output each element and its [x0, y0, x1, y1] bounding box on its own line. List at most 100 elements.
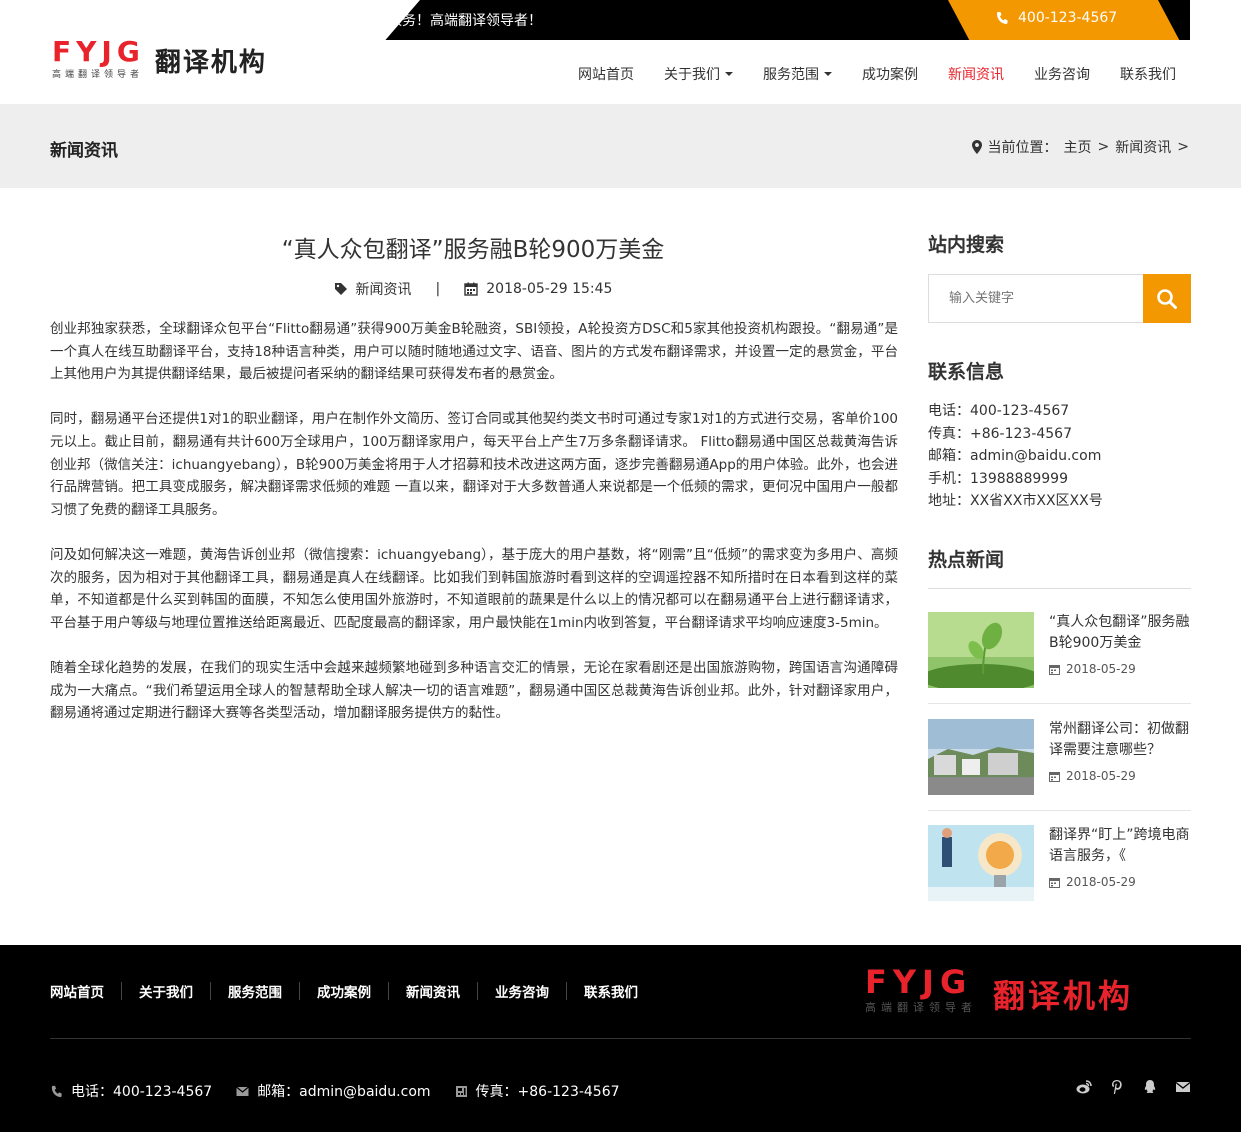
hot-news-heading: 热点新闻	[928, 549, 1005, 571]
fax-icon	[455, 1085, 467, 1097]
calendar-icon	[1049, 771, 1060, 782]
phone-icon	[51, 1085, 62, 1097]
meta-separator: |	[435, 281, 441, 297]
search-button[interactable]	[1143, 274, 1191, 323]
contact-address: 地址：XX省XX市XX区XX号	[928, 493, 1103, 510]
nav-item-consult[interactable]: 业务咨询	[1019, 64, 1105, 84]
hot-news-thumbnail[interactable]	[928, 719, 1034, 795]
site-logo[interactable]: FYJG 高端翻译领导者 翻译机构	[52, 35, 267, 81]
header-phone-number: 400-123-4567	[1018, 10, 1118, 26]
nav-item-news[interactable]: 新闻资讯	[933, 64, 1019, 84]
hot-news-thumbnail[interactable]	[928, 825, 1034, 901]
hot-news-item[interactable]: “真人众包翻译”服务融B轮900万美金 2018-05-29	[928, 612, 1191, 719]
hot-news-title[interactable]: 翻译界“盯上”跨境电商语言服务，《	[1049, 825, 1191, 867]
breadcrumb-home[interactable]: 主页	[1064, 137, 1092, 157]
page-banner: 新闻资讯 当前位置： 主页 > 新闻资讯 >	[0, 104, 1241, 188]
article-title: “真人众包翻译”服务融B轮900万美金	[281, 237, 665, 263]
hot-news-thumbnail[interactable]	[928, 612, 1034, 688]
header-phone[interactable]: 400-123-4567	[996, 10, 1117, 26]
nav-item-contact[interactable]: 联系我们	[1105, 64, 1191, 84]
logo-name: 翻译机构	[154, 48, 267, 78]
article-category[interactable]: 新闻资讯	[356, 279, 412, 299]
contact-phone: 电话：400-123-4567	[928, 403, 1070, 419]
footer: 网站首页 关于我们 服务范围 成功案例 新闻资讯 业务咨询 联系我们 FYJG …	[0, 945, 1241, 1132]
header: 于翻译服务！高端翻译领导者！ 400-123-4567 FYJG 高端翻译领导者…	[0, 0, 1241, 104]
hot-news-item[interactable]: 翻译界“盯上”跨境电商语言服务，《 2018-05-29	[928, 825, 1191, 932]
caret-down-icon	[824, 72, 832, 76]
article-meta: 新闻资讯 | 2018-05-29 15:45	[50, 279, 896, 299]
article-paragraph: 同时，翻易通平台还提供1对1的职业翻译，用户在制作外文简历、签订合同或其他契约类…	[50, 411, 898, 518]
breadcrumb: 当前位置： 主页 > 新闻资讯 >	[971, 137, 1189, 157]
nav-item-cases[interactable]: 成功案例	[847, 64, 933, 84]
hot-news-item[interactable]: 常州翻译公司：初做翻译需要注意哪些？ 2018-05-29	[928, 719, 1191, 826]
footer-divider	[210, 982, 211, 1000]
contact-fax: 传真：+86-123-4567	[928, 425, 1072, 442]
footer-link-news[interactable]: 新闻资讯	[406, 981, 460, 1001]
footer-link-contact[interactable]: 联系我们	[584, 981, 638, 1001]
article-datetime: 2018-05-29 15:45	[486, 281, 613, 297]
calendar-icon	[1049, 664, 1060, 675]
footer-link-about[interactable]: 关于我们	[139, 981, 193, 1001]
lightbulb-image	[928, 825, 1034, 901]
contact-mobile: 手机：13988889999	[928, 470, 1068, 487]
calendar-icon	[1049, 877, 1060, 888]
footer-contact: 电话：400-123-4567 邮箱：admin@baidu.com 传真：+8…	[50, 1081, 620, 1101]
breadcrumb-prefix: 当前位置：	[987, 140, 1058, 156]
mail-icon[interactable]	[1175, 1079, 1191, 1095]
town-image	[928, 719, 1034, 795]
qq-icon[interactable]	[1142, 1079, 1158, 1095]
phone-icon	[997, 12, 1008, 24]
footer-divider	[477, 982, 478, 1000]
sidebar: 站内搜索 联系信息 电话：400-123-4567 传真：+86-123-456…	[928, 230, 1191, 901]
footer-logo[interactable]: FYJG 高端翻译领导者 翻译机构	[865, 965, 1133, 1017]
footer-link-consult[interactable]: 业务咨询	[495, 981, 549, 1001]
breadcrumb-separator: >	[1097, 139, 1110, 155]
sprout-image	[928, 612, 1034, 688]
hot-news-divider	[928, 588, 1191, 589]
search-input[interactable]	[929, 275, 1143, 322]
logo-brand: FYJG	[52, 35, 145, 68]
footer-logo-name: 翻译机构	[993, 977, 1134, 1015]
contact-email: 邮箱：admin@baidu.com	[928, 448, 1102, 465]
search-heading: 站内搜索	[928, 234, 1005, 256]
nav-item-home[interactable]: 网站首页	[563, 64, 649, 84]
footer-link-services[interactable]: 服务范围	[228, 981, 282, 1001]
footer-link-cases[interactable]: 成功案例	[317, 981, 371, 1001]
footer-logo-brand: FYJG	[865, 963, 973, 1001]
footer-email: 邮箱：admin@baidu.com	[257, 1084, 431, 1100]
footer-divider	[388, 982, 389, 1000]
footer-phone: 电话：400-123-4567	[71, 1084, 213, 1100]
weibo-icon[interactable]	[1076, 1079, 1092, 1095]
footer-divider	[121, 982, 122, 1000]
envelope-icon	[236, 1086, 250, 1096]
footer-nav: 网站首页 关于我们 服务范围 成功案例 新闻资讯 业务咨询 联系我们	[50, 981, 638, 1001]
main-nav: 网站首页 关于我们 服务范围 成功案例 新闻资讯 业务咨询 联系我们	[563, 64, 1191, 84]
footer-logo-tagline: 高端翻译领导者	[865, 1001, 977, 1014]
tag-icon	[334, 283, 347, 295]
pinterest-icon[interactable]	[1109, 1079, 1125, 1095]
footer-fax: 传真：+86-123-4567	[475, 1084, 620, 1100]
hot-news-title[interactable]: “真人众包翻译”服务融B轮900万美金	[1049, 612, 1191, 654]
article-body: 创业邦独家获悉，全球翻译众包平台“Flitto翻易通”获得900万美金B轮融资，…	[50, 318, 898, 747]
social-links	[1076, 1079, 1191, 1095]
header-slogan: 于翻译服务！高端翻译领导者！	[346, 13, 542, 29]
article-paragraph: 问及如何解决这一难题，黄海告诉创业邦（微信搜索：ichuangyebang），基…	[50, 546, 898, 631]
article-paragraph: 创业邦独家获悉，全球翻译众包平台“Flitto翻易通”获得900万美金B轮融资，…	[50, 321, 898, 383]
contact-heading: 联系信息	[928, 361, 1005, 383]
nav-item-services[interactable]: 服务范围	[748, 64, 847, 84]
hot-news-date: 2018-05-29	[1049, 875, 1136, 889]
breadcrumb-separator: >	[1177, 139, 1189, 155]
footer-link-home[interactable]: 网站首页	[50, 981, 104, 1001]
logo-tagline: 高端翻译领导者	[52, 70, 144, 80]
footer-divider-line	[50, 1038, 1191, 1039]
hot-news-date: 2018-05-29	[1049, 662, 1136, 676]
hot-news-title[interactable]: 常州翻译公司：初做翻译需要注意哪些？	[1049, 719, 1191, 761]
article-paragraph: 随着全球化趋势的发展，在我们的现实生活中会越来越频繁地碰到多种语言交汇的情景，无…	[50, 659, 898, 722]
breadcrumb-news[interactable]: 新闻资讯	[1115, 137, 1171, 157]
site-search	[928, 274, 1191, 323]
calendar-icon	[464, 282, 478, 296]
hot-news-date: 2018-05-29	[1049, 769, 1136, 783]
search-icon	[1157, 288, 1177, 309]
caret-down-icon	[725, 72, 733, 76]
nav-item-about[interactable]: 关于我们	[649, 64, 748, 84]
